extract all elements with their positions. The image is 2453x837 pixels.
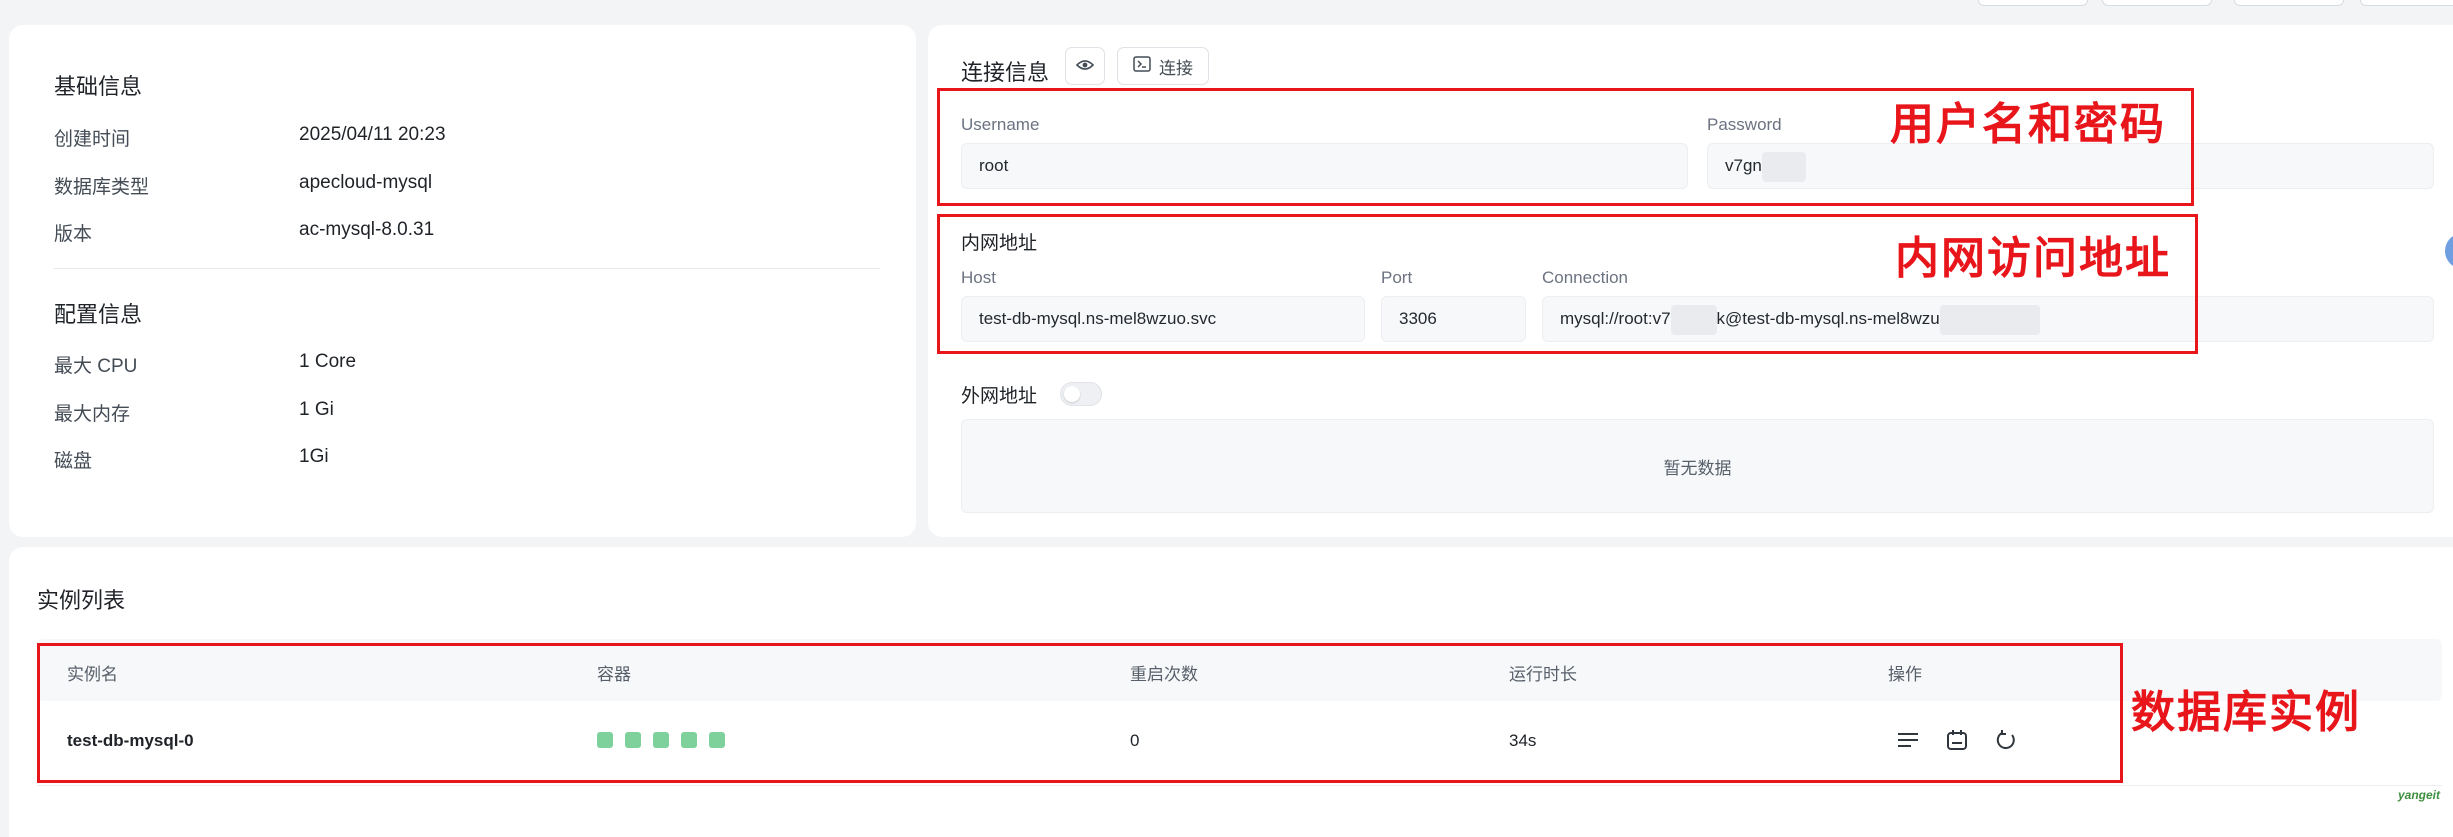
basic-info-panel: 基础信息 创建时间 2025/04/11 20:23 数据库类型 apeclou…	[9, 25, 916, 537]
watermark: yangeit	[2398, 788, 2441, 802]
connection-info-title: 连接信息	[961, 60, 1050, 85]
top-action-button-4[interactable]	[2360, 0, 2453, 6]
container-status-square[interactable]	[709, 732, 725, 748]
uptime-value: 34s	[1509, 731, 1537, 750]
col-restarts: 重启次数	[1130, 665, 1198, 684]
max-cpu-label: 最大 CPU	[54, 356, 138, 377]
top-action-button-1[interactable]	[1978, 0, 2088, 6]
username-field[interactable]: root	[961, 143, 1688, 189]
external-address-toggle[interactable]	[1060, 382, 1102, 406]
config-info-title: 配置信息	[54, 302, 143, 327]
container-status-square[interactable]	[681, 732, 697, 748]
db-type-value: apecloud-mysql	[299, 172, 433, 193]
restart-count: 0	[1130, 731, 1140, 750]
empty-text: 暂无数据	[1663, 458, 1732, 478]
container-status-square[interactable]	[653, 732, 669, 748]
connect-button[interactable]: 连接	[1117, 47, 1209, 85]
container-status-square[interactable]	[597, 732, 613, 748]
username-label: Username	[961, 115, 1040, 134]
connection-label: Connection	[1542, 268, 1629, 287]
restart-icon[interactable]	[1991, 725, 2021, 755]
password-redacted	[1761, 151, 1806, 182]
port-value: 3306	[1399, 309, 1437, 328]
external-address-title: 外网地址	[961, 386, 1038, 407]
connection-string-part1: mysql://root:v7	[1560, 309, 1671, 328]
basic-info-title: 基础信息	[54, 74, 143, 99]
connection-string-part2: k@test-db-mysql.ns-mel8wzu	[1716, 309, 1940, 328]
created-time-label: 创建时间	[54, 129, 131, 150]
show-password-button[interactable]	[1065, 47, 1105, 85]
username-value: root	[979, 156, 1009, 175]
instance-list-title: 实例列表	[37, 588, 126, 613]
max-memory-value: 1 Gi	[299, 399, 334, 420]
calendar-icon[interactable]	[1942, 725, 1972, 755]
disk-label: 磁盘	[54, 451, 93, 472]
internal-address-annotation: 内网访问地址	[1895, 234, 2171, 283]
port-label: Port	[1381, 268, 1413, 287]
connection-redacted-2	[1939, 304, 2040, 335]
instance-list-panel: 实例列表 实例名 容器 重启次数 运行时长 操作 test-db-mysql-0…	[9, 547, 2453, 837]
connection-string-field[interactable]: mysql://root:v7 k@test-db-mysql.ns-mel8wz…	[1542, 296, 2434, 342]
port-field[interactable]: 3306	[1381, 296, 1526, 342]
detail-list-icon[interactable]	[1893, 725, 1923, 755]
table-row	[37, 701, 2442, 786]
password-label: Password	[1707, 115, 1782, 134]
instance-annotation: 数据库实例	[2131, 688, 2361, 737]
top-action-button-2[interactable]	[2102, 0, 2212, 6]
external-address-empty: 暂无数据	[961, 419, 2434, 513]
db-type-label: 数据库类型	[54, 177, 150, 198]
instance-name[interactable]: test-db-mysql-0	[67, 731, 194, 751]
created-time-value: 2025/04/11 20:23	[299, 124, 446, 145]
host-label: Host	[961, 268, 996, 287]
max-cpu-value: 1 Core	[299, 351, 357, 372]
terminal-icon	[1133, 55, 1151, 77]
connect-button-label: 连接	[1159, 58, 1193, 78]
col-containers: 容器	[597, 665, 631, 684]
connection-redacted-1	[1670, 304, 1717, 335]
table-header	[37, 639, 2442, 701]
col-instance-name: 实例名	[67, 665, 118, 684]
max-memory-label: 最大内存	[54, 404, 131, 425]
credentials-annotation: 用户名和密码	[1890, 100, 2166, 149]
internal-address-title: 内网地址	[961, 233, 1038, 254]
eye-icon	[1075, 56, 1095, 76]
container-status-square[interactable]	[625, 732, 641, 748]
connection-info-panel: 连接信息 连接 Username root Password v7gn 内网地址…	[928, 25, 2453, 537]
password-value: v7gn	[1725, 156, 1762, 175]
section-divider	[54, 268, 880, 269]
version-value: ac-mysql-8.0.31	[299, 219, 435, 240]
host-value: test-db-mysql.ns-mel8wzuo.svc	[979, 309, 1217, 328]
host-field[interactable]: test-db-mysql.ns-mel8wzuo.svc	[961, 296, 1365, 342]
col-actions: 操作	[1888, 665, 1922, 684]
top-action-button-3[interactable]	[2234, 0, 2344, 6]
col-uptime: 运行时长	[1509, 665, 1577, 684]
disk-value: 1Gi	[299, 446, 329, 467]
version-label: 版本	[54, 224, 93, 245]
